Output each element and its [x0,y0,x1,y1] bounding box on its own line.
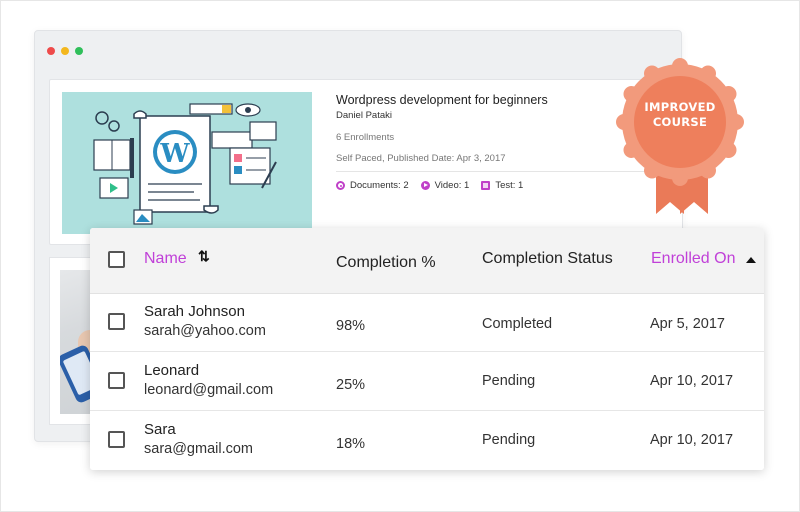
table-row[interactable]: Sarah Johnson sarah@yahoo.com 98% Comple… [90,294,764,352]
row-name: Leonard [144,362,200,379]
row-name: Sara [144,421,176,438]
table-header: Name ⇅ Completion % Completion Status En… [90,228,764,294]
enrollments-table: Name ⇅ Completion % Completion Status En… [90,228,764,470]
table-row[interactable]: Sara sara@gmail.com 18% Pending Apr 10, … [90,412,764,470]
row-completion-pct: 18% [336,436,366,452]
stat-video: Video: 1 [420,180,470,191]
row-completion-pct: 25% [336,377,366,393]
svg-text:W: W [159,139,190,169]
window-controls [47,47,83,55]
badge-text: IMPROVED COURSE [612,100,748,130]
stat-video-label: Video: 1 [434,180,470,191]
stat-documents: Documents: 2 [336,180,409,191]
row-email: sara@gmail.com [144,441,253,457]
row-email: sarah@yahoo.com [144,323,266,339]
header-completion-pct[interactable]: Completion % [336,254,436,272]
row-status: Completed [482,316,553,332]
minimize-dot-icon[interactable] [61,47,69,55]
row-checkbox[interactable] [108,431,125,448]
table-row[interactable]: Leonard leonard@gmail.com 25% Pending Ap… [90,353,764,411]
badge-line-2: COURSE [652,115,708,129]
play-icon [420,181,430,190]
row-status: Pending [482,432,536,448]
wordpress-illustration: W [62,92,312,234]
row-enrolled-date: Apr 5, 2017 [650,316,725,332]
improved-course-badge: IMPROVED COURSE [612,58,748,218]
row-email: leonard@gmail.com [144,382,274,398]
stat-documents-label: Documents: 2 [350,180,409,191]
header-name[interactable]: Name [144,250,187,268]
course-card[interactable]: W Wordpress development for beginners Da… [49,79,683,245]
test-icon [481,181,491,190]
course-thumbnail[interactable]: W [62,92,312,234]
badge-line-1: IMPROVED [644,100,716,114]
row-enrolled-date: Apr 10, 2017 [650,432,734,448]
divider [336,171,656,172]
row-completion-pct: 98% [336,318,366,334]
row-checkbox[interactable] [108,313,125,330]
maximize-dot-icon[interactable] [75,47,83,55]
stat-test-label: Test: 1 [495,180,524,191]
close-dot-icon[interactable] [47,47,55,55]
rosette-icon [616,58,744,214]
select-all-checkbox[interactable] [108,251,125,268]
row-status: Pending [482,373,536,389]
stat-test: Test: 1 [481,180,523,191]
header-enrolled-on[interactable]: Enrolled On [651,250,736,268]
header-completion-status[interactable]: Completion Status [482,250,613,268]
sort-arrows-icon[interactable]: ⇅ [198,248,210,265]
row-name: Sarah Johnson [144,303,245,320]
row-enrolled-date: Apr 10, 2017 [650,373,734,389]
caret-up-icon[interactable] [746,257,756,263]
row-checkbox[interactable] [108,372,125,389]
document-icon [336,181,345,190]
